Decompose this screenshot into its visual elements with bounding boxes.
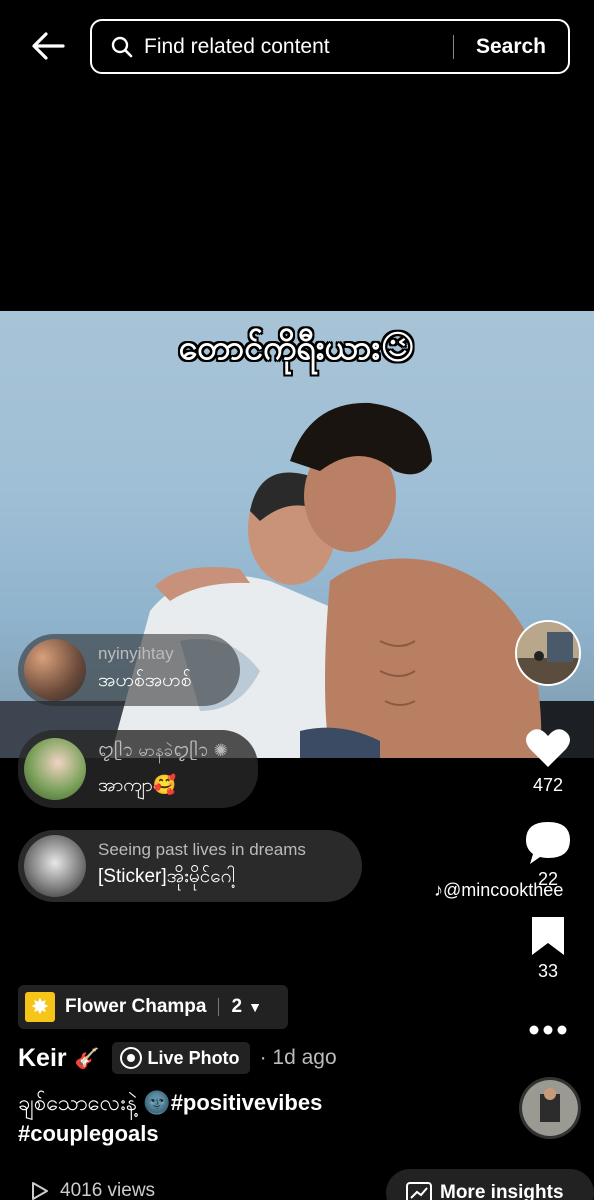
playlist-count: 2: [231, 996, 243, 1017]
tiktok-icon: ♪: [434, 880, 443, 900]
comment-username: Seeing past lives in dreams: [98, 840, 306, 859]
author-name[interactable]: Keir: [18, 1044, 67, 1073]
music-disc[interactable]: [519, 1077, 581, 1139]
bookmark-icon[interactable]: [530, 915, 566, 957]
chip-divider: [218, 998, 220, 1016]
heart-icon[interactable]: [525, 727, 571, 769]
description-text: ချစ်သောလေးနဲ့ 🌚: [18, 1090, 171, 1115]
avatar[interactable]: [24, 639, 86, 701]
live-photo-label: Live Photo: [147, 1047, 240, 1068]
comment-username: nyinyihtay: [98, 644, 174, 663]
comment-icon[interactable]: [524, 820, 572, 866]
trend-chart-icon: [406, 1182, 432, 1200]
creator-avatar-image: [517, 622, 579, 684]
live-photo-badge[interactable]: Live Photo: [111, 1042, 250, 1074]
post-description: ချစ်သောလေးနဲ့ 🌚#positivevibes #couplegoa…: [18, 1087, 498, 1149]
comment-bubble[interactable]: ꨄ︎ᥫ᭡ မာနခဲꨄ︎ᥫ᭡ ✺ အာကျာ🥰: [18, 730, 258, 808]
author-row: Keir 🎸 Live Photo · 1d ago: [18, 1041, 337, 1075]
hashtag[interactable]: #positivevibes: [171, 1090, 323, 1115]
more-options-icon[interactable]: [528, 1024, 568, 1036]
music-disc-image: [522, 1080, 578, 1136]
comment-bubble[interactable]: nyinyihtay အဟစ်အဟစ်: [18, 634, 240, 706]
sun-icon: ✸: [25, 992, 55, 1022]
like-count: 472: [532, 775, 564, 795]
more-insights-label: More insights: [440, 1182, 564, 1200]
back-button[interactable]: [26, 26, 70, 66]
creator-watermark: ♪@mincookthee: [434, 880, 564, 900]
search-bar[interactable]: Find related content Search: [90, 19, 570, 74]
play-icon: [32, 1182, 48, 1200]
view-count: 4016 views: [60, 1180, 156, 1200]
comment-username: ꨄ︎ᥫ᭡ မာနခဲꨄ︎ᥫ᭡ ✺: [98, 741, 228, 760]
back-arrow-icon: [32, 32, 65, 60]
comment-bubble[interactable]: Seeing past lives in dreams [Sticker]အို…: [18, 830, 362, 902]
post-timestamp: · 1d ago: [259, 1046, 337, 1069]
guitar-icon: 🎸: [74, 1047, 100, 1070]
playlist-name: Flower Champa: [65, 996, 207, 1017]
avatar[interactable]: [24, 835, 86, 897]
save-count: 33: [537, 961, 559, 981]
views-row: 4016 views: [28, 1180, 155, 1200]
search-button[interactable]: Search: [454, 35, 568, 59]
creator-avatar[interactable]: [515, 620, 581, 686]
video-caption: တောင်ကိုရီးယား😉: [178, 329, 416, 367]
comment-text: အဟစ်အဟစ်: [98, 670, 192, 691]
comment-text: [Sticker]အိုးမိုင်ဂေါ့: [98, 866, 235, 887]
hashtag[interactable]: #couplegoals: [18, 1121, 159, 1146]
more-insights-button[interactable]: More insights: [386, 1169, 594, 1200]
search-icon: [111, 36, 133, 57]
live-photo-icon: [119, 1047, 142, 1069]
playlist-chip[interactable]: ✸ Flower Champa 2 ▼: [18, 985, 288, 1029]
avatar[interactable]: [24, 738, 86, 800]
search-input[interactable]: Find related content: [144, 35, 453, 59]
comment-text: အာကျာ🥰: [98, 775, 177, 796]
chevron-down-icon: ▼: [248, 999, 262, 1015]
